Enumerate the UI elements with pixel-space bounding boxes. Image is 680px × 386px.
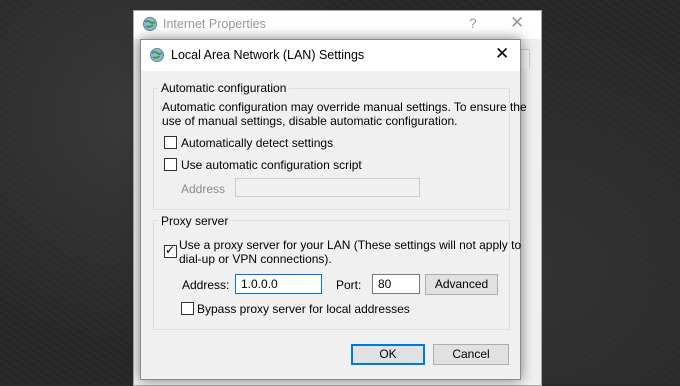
proxy-server-group: Proxy server ✓ Use a proxy server for yo… (153, 214, 521, 330)
auto-config-description-line2: use of manual settings, disable automati… (162, 114, 458, 128)
auto-config-script-label[interactable]: Use automatic configuration script (181, 158, 362, 172)
bypass-local-label[interactable]: Bypass proxy server for local addresses (197, 302, 410, 316)
use-proxy-checkbox[interactable]: ✓ (164, 243, 177, 258)
lan-settings-dialog: Local Area Network (LAN) Settings ✕ Auto… (140, 39, 527, 380)
automatic-configuration-group: Automatic configuration Automatic config… (153, 81, 527, 210)
globe-network-icon (150, 48, 164, 62)
checkmark-icon: ✓ (165, 243, 176, 257)
proxy-server-legend: Proxy server (158, 214, 232, 228)
internet-properties-titlebar: Internet Properties ? ✕ (134, 11, 541, 39)
lan-settings-titlebar: Local Area Network (LAN) Settings ✕ (141, 40, 520, 71)
dialog-title: Local Area Network (LAN) Settings (171, 48, 365, 62)
cancel-button[interactable]: Cancel (433, 344, 509, 365)
auto-config-address-label: Address (181, 182, 226, 196)
proxy-port-label: Port: (336, 278, 362, 292)
automatically-detect-label[interactable]: Automatically detect settings (181, 136, 333, 150)
auto-config-address-input[interactable] (235, 178, 420, 197)
dialog-close-button[interactable]: ✕ (495, 44, 509, 64)
automatically-detect-checkbox[interactable] (164, 136, 177, 149)
internet-properties-close-button[interactable]: ✕ (510, 13, 524, 33)
internet-properties-title: Internet Properties (163, 17, 266, 31)
automatic-configuration-legend: Automatic configuration (158, 81, 290, 95)
auto-config-script-checkbox[interactable] (164, 158, 177, 171)
use-proxy-label-line2[interactable]: dial-up or VPN connections). (179, 252, 332, 266)
bypass-local-checkbox[interactable] (181, 302, 194, 315)
proxy-address-input[interactable]: 1.0.0.0 (235, 274, 322, 294)
ok-button[interactable]: OK (351, 344, 425, 365)
use-proxy-label-line1[interactable]: Use a proxy server for your LAN (These s… (179, 238, 521, 252)
auto-config-description-line1: Automatic configuration may override man… (162, 100, 527, 114)
globe-network-icon (143, 17, 157, 31)
advanced-button[interactable]: Advanced (425, 274, 498, 295)
proxy-address-label: Address: (182, 278, 230, 292)
help-button[interactable]: ? (469, 15, 477, 31)
proxy-port-input[interactable]: 80 (372, 274, 420, 294)
